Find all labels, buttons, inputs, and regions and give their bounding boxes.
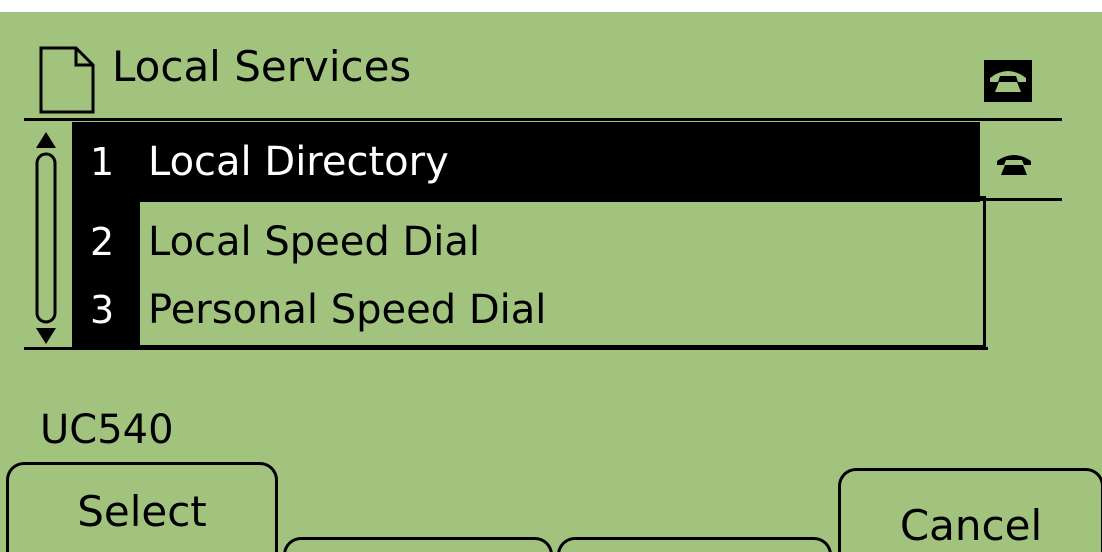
softkey-label: Select — [77, 487, 207, 536]
header-divider — [24, 118, 1062, 121]
scroll-down-arrow-icon — [36, 328, 56, 344]
scrollbar[interactable] — [28, 130, 64, 348]
menu-item-local-directory[interactable]: 1 Local Directory — [72, 122, 980, 202]
line-2-phone-icon[interactable] — [994, 147, 1034, 183]
softkey-select-button[interactable]: Select — [6, 462, 278, 552]
softkey-3-button[interactable] — [557, 537, 832, 552]
page-title: Local Services — [112, 42, 412, 91]
scroll-thumb — [35, 152, 57, 324]
scroll-up-arrow-icon — [36, 132, 56, 148]
phone-lcd-screen: Local Services 1 Local Directory 2 Local… — [0, 12, 1102, 552]
menu-item-personal-speed-dial[interactable]: 3 Personal Speed Dial — [72, 270, 980, 350]
status-text: UC540 — [40, 407, 174, 453]
document-icon — [39, 46, 95, 114]
menu-item-label: Local Directory — [148, 139, 449, 185]
line-1-phone-icon[interactable] — [984, 60, 1032, 102]
menu-item-number: 3 — [90, 288, 115, 332]
softkey-2-button[interactable] — [283, 537, 553, 552]
softkey-cancel-button[interactable]: Cancel — [838, 468, 1102, 552]
menu-bottom-divider — [24, 347, 988, 350]
menu-item-number: 1 — [90, 140, 115, 184]
menu-item-label: Personal Speed Dial — [148, 287, 547, 333]
line-divider — [980, 198, 1062, 201]
softkey-label: Cancel — [899, 501, 1043, 550]
